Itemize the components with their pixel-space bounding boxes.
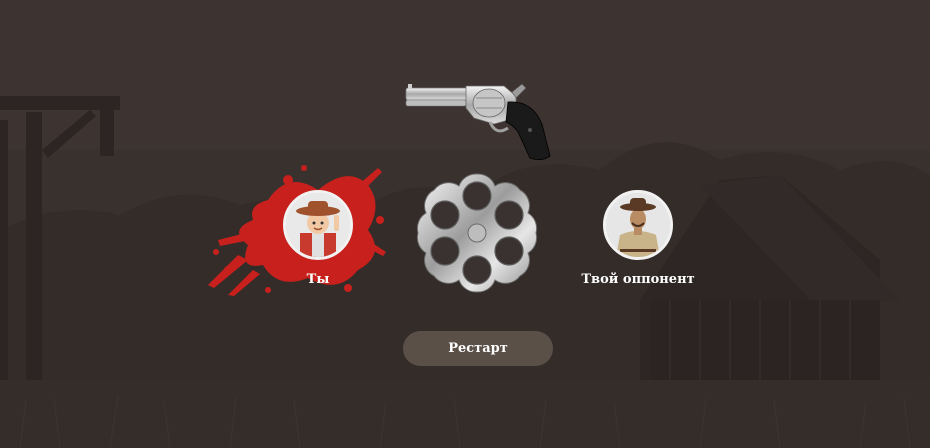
- chamber: [430, 236, 460, 266]
- adult-cowboy-avatar: [603, 190, 673, 260]
- restart-button[interactable]: Рестарт: [403, 331, 553, 366]
- revolver-icon: [405, 83, 551, 160]
- chamber: [430, 200, 460, 230]
- game-stage: Ты Твой оппонент Рестарт: [0, 0, 930, 448]
- chamber: [494, 200, 524, 230]
- revolver-cylinder-icon: [416, 173, 538, 293]
- chamber: [462, 255, 492, 285]
- player-label-you: Ты: [306, 272, 330, 287]
- chamber: [462, 181, 492, 211]
- player-label-opponent: Твой оппонент: [581, 272, 695, 287]
- child-cowboy-avatar: [283, 190, 353, 260]
- chamber: [494, 236, 524, 266]
